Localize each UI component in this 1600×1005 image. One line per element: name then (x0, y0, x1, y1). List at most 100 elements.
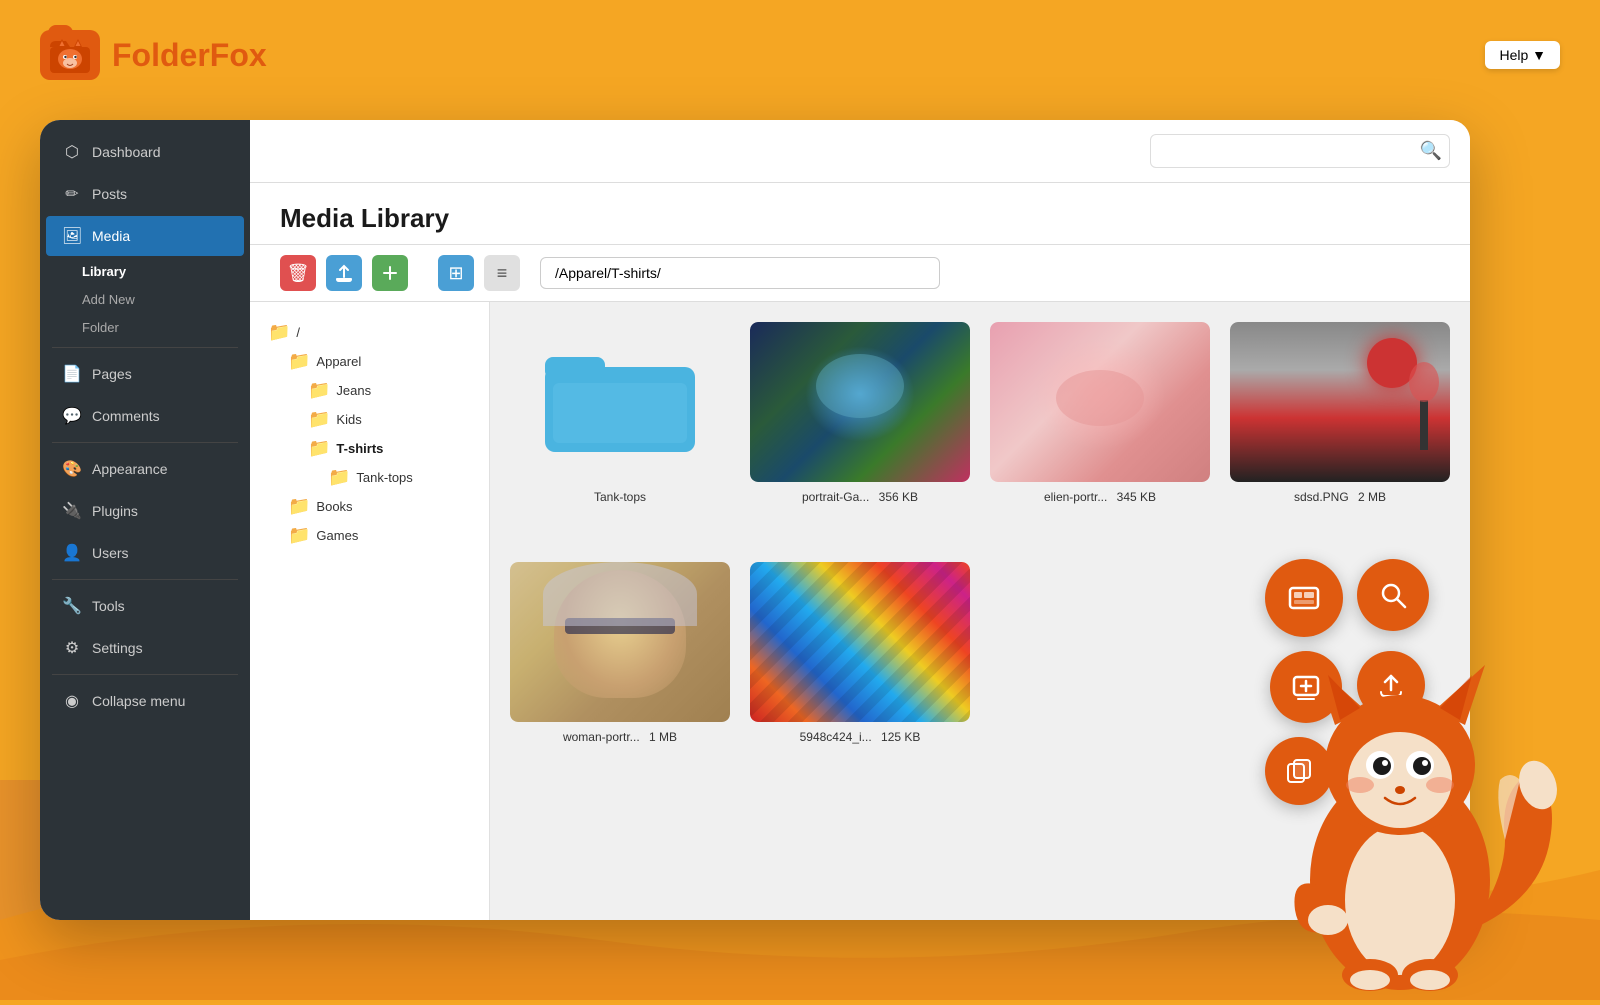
kids-folder-icon: 📁 (308, 409, 330, 430)
root-folder-icon: 📁 (268, 322, 290, 343)
sidebar-item-pages[interactable]: 📄 Pages (46, 354, 244, 394)
sidebar-item-label: Appearance (92, 461, 168, 477)
sidebar-item-plugins[interactable]: 🔌 Plugins (46, 491, 244, 531)
logo-area: FolderFox (40, 30, 267, 80)
file-tree: 📁 / 📁 Apparel 📁 Jeans 📁 (250, 302, 490, 920)
tree-root-label: / (296, 325, 300, 340)
search-button[interactable]: 🔍 (1420, 141, 1442, 162)
grid-view-button[interactable]: ⊞ (438, 255, 474, 291)
tree-item-tshirts[interactable]: 📁 T-shirts (300, 434, 479, 463)
sidebar-item-users[interactable]: 👤 Users (46, 533, 244, 573)
settings-icon: ⚙ (62, 638, 82, 658)
sidebar-divider-2 (52, 442, 238, 443)
plugins-icon: 🔌 (62, 501, 82, 521)
media-item-abstract[interactable]: 5948c424_i... 125 KB (750, 562, 970, 782)
media-item-tank-tops[interactable]: Tank-tops (510, 322, 730, 542)
sidebar-divider-4 (52, 674, 238, 675)
tree-item-jeans[interactable]: 📁 Jeans (300, 376, 479, 405)
media-label-sdsd: sdsd.PNG 2 MB (1294, 490, 1386, 504)
sidebar-subitem-folder[interactable]: Folder (66, 314, 244, 341)
sidebar-divider-3 (52, 579, 238, 580)
games-folder-icon: 📁 (288, 525, 310, 546)
media-label-elien: elien-portr... 345 KB (1044, 490, 1156, 504)
sidebar-item-label: Collapse menu (92, 693, 185, 709)
tshirts-folder-icon: 📁 (308, 438, 330, 459)
sidebar-item-label: Plugins (92, 503, 138, 519)
media-thumb-abstract (750, 562, 970, 722)
sidebar-item-label: Users (92, 545, 129, 561)
tree-item-label: Books (316, 499, 352, 514)
media-thumb-elien (990, 322, 1210, 482)
media-label-tank-tops: Tank-tops (594, 490, 646, 504)
sidebar-item-label: Media (92, 228, 130, 244)
jeans-folder-icon: 📁 (308, 380, 330, 401)
tree-root[interactable]: 📁 / (260, 318, 479, 347)
sidebar-item-dashboard[interactable]: ⬡ Dashboard (46, 132, 244, 172)
tree-apparel-children: 📁 Jeans 📁 Kids 📁 T-shirts (280, 376, 479, 492)
tree-item-label: Apparel (316, 354, 361, 369)
tree-item-label: Games (316, 528, 358, 543)
appearance-icon: 🎨 (62, 459, 82, 479)
tree-item-label: Kids (336, 412, 361, 427)
apparel-folder-icon: 📁 (288, 351, 310, 372)
tank-tops-folder-icon: 📁 (328, 467, 350, 488)
sidebar-item-posts[interactable]: ✏ Posts (46, 174, 244, 214)
logo-text: FolderFox (112, 37, 267, 74)
media-thumb-woman (510, 562, 730, 722)
dashboard-icon: ⬡ (62, 142, 82, 162)
search-area: 🔍 (250, 120, 1470, 183)
sidebar-item-label: Dashboard (92, 144, 161, 160)
comments-icon: 💬 (62, 406, 82, 426)
media-item-portrait-ga[interactable]: portrait-Ga... 356 KB (750, 322, 970, 542)
media-icon: 🖼 (62, 226, 82, 246)
logo-suffix: Fox (210, 37, 267, 73)
sidebar-item-tools[interactable]: 🔧 Tools (46, 586, 244, 626)
logo-icon (40, 30, 100, 80)
folder-svg (545, 345, 695, 460)
media-label-woman: woman-portr... 1 MB (563, 730, 677, 744)
breadcrumb-input[interactable] (540, 257, 940, 289)
tree-children: 📁 Apparel 📁 Jeans 📁 Kids 📁 (260, 347, 479, 550)
sidebar-subitem-add-new[interactable]: Add New (66, 286, 244, 313)
pages-icon: 📄 (62, 364, 82, 384)
media-thumb-folder (510, 322, 730, 482)
sidebar-item-media[interactable]: 🖼 Media (46, 216, 244, 256)
logo-prefix: Folder (112, 37, 210, 73)
delete-button[interactable]: 🗑 (280, 255, 316, 291)
sidebar-item-label: Settings (92, 640, 143, 656)
search-wrap: 🔍 (1150, 134, 1450, 168)
help-button[interactable]: Help ▼ (1485, 41, 1560, 69)
media-label-portrait-ga: portrait-Ga... 356 KB (802, 490, 918, 504)
media-label-abstract: 5948c424_i... 125 KB (800, 730, 921, 744)
search-input[interactable] (1150, 134, 1450, 168)
media-item-elien-port[interactable]: elien-portr... 345 KB (990, 322, 1210, 542)
list-view-button[interactable]: ≡ (484, 255, 520, 291)
posts-icon: ✏ (62, 184, 82, 204)
add-button[interactable] (372, 255, 408, 291)
tree-item-kids[interactable]: 📁 Kids (300, 405, 479, 434)
media-item-sdsd[interactable]: sdsd.PNG 2 MB (1230, 322, 1450, 542)
media-thumb-portrait-ga (750, 322, 970, 482)
sidebar-subitem-library[interactable]: Library (66, 258, 244, 285)
sidebar: ⬡ Dashboard ✏ Posts 🖼 Media Library Add … (40, 120, 250, 920)
tree-item-tank-tops[interactable]: 📁 Tank-tops (320, 463, 479, 492)
tree-item-games[interactable]: 📁 Games (280, 521, 479, 550)
media-item-woman[interactable]: woman-portr... 1 MB (510, 562, 730, 782)
tree-item-label: Tank-tops (356, 470, 412, 485)
sidebar-item-appearance[interactable]: 🎨 Appearance (46, 449, 244, 489)
top-bar: FolderFox Help ▼ (0, 0, 1600, 110)
sidebar-item-label: Tools (92, 598, 125, 614)
tree-item-apparel[interactable]: 📁 Apparel (280, 347, 479, 376)
upload-button[interactable] (326, 255, 362, 291)
sidebar-item-collapse[interactable]: ◉ Collapse menu (46, 681, 244, 721)
books-folder-icon: 📁 (288, 496, 310, 517)
tree-item-label: Jeans (336, 383, 371, 398)
sidebar-item-settings[interactable]: ⚙ Settings (46, 628, 244, 668)
tree-item-books[interactable]: 📁 Books (280, 492, 479, 521)
media-thumb-sdsd (1230, 322, 1450, 482)
tree-tshirts-children: 📁 Tank-tops (300, 463, 479, 492)
page-title: Media Library (250, 183, 1470, 245)
media-submenu: Library Add New Folder (40, 258, 250, 341)
sidebar-item-comments[interactable]: 💬 Comments (46, 396, 244, 436)
fox-illustration (1240, 580, 1560, 1000)
